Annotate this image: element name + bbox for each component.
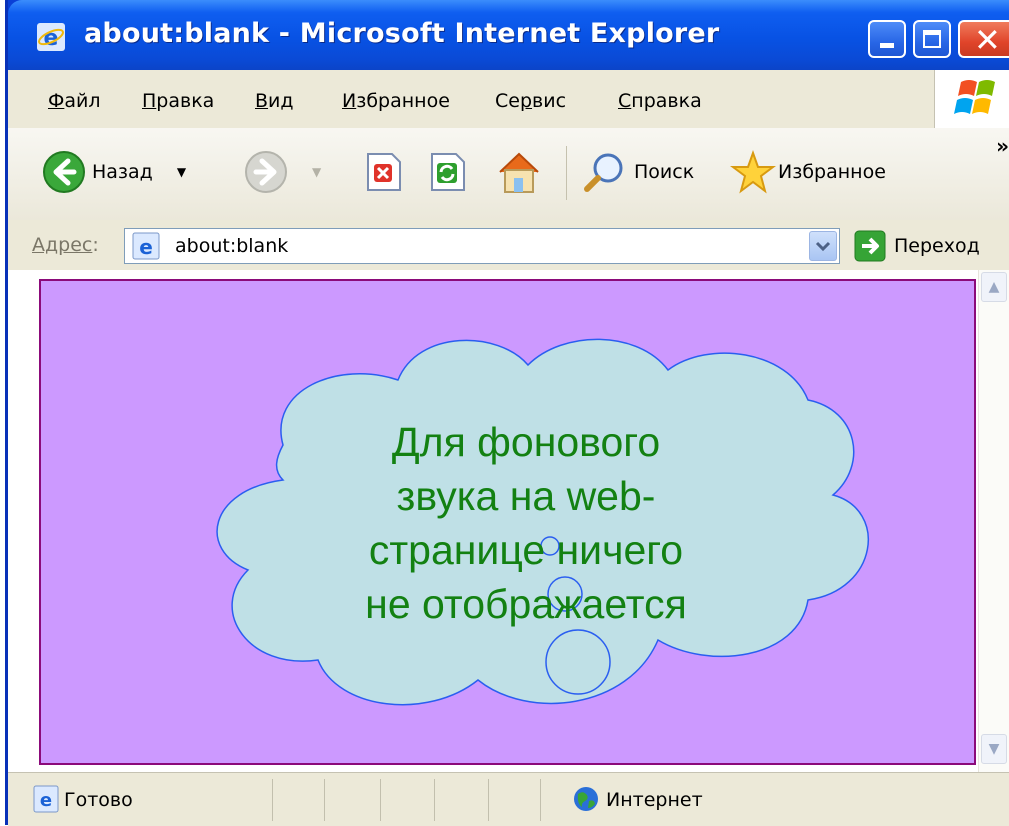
scroll-up-icon[interactable]: ▲ <box>981 272 1007 302</box>
search-icon <box>584 153 623 192</box>
address-input[interactable]: e about:blank <box>124 228 840 264</box>
callout-line: Для фонового <box>392 419 660 465</box>
go-label: Переход <box>894 235 980 257</box>
status-divider <box>488 779 489 821</box>
back-arrow-icon <box>43 151 85 193</box>
window-title: about:blank - Microsoft Internet Explore… <box>84 18 720 49</box>
back-label: Назад <box>92 161 153 183</box>
windows-logo <box>934 70 1009 128</box>
callout-line: странице ничего <box>369 527 683 573</box>
forward-button[interactable]: ▼ <box>244 150 321 194</box>
refresh-button[interactable] <box>428 150 468 194</box>
menu-tools[interactable]: Сервис <box>495 90 566 112</box>
minimize-button[interactable] <box>868 20 906 58</box>
stop-button[interactable] <box>364 150 404 194</box>
menu-edit[interactable]: Правка <box>142 90 214 112</box>
vertical-scrollbar[interactable]: ▲ ▼ <box>978 270 1009 772</box>
status-text: Готово <box>64 789 133 811</box>
forward-arrow-icon <box>245 151 287 193</box>
status-divider <box>434 779 435 821</box>
chevron-down-icon <box>815 241 831 252</box>
menu-view[interactable]: Вид <box>255 90 294 112</box>
refresh-icon <box>431 153 465 191</box>
address-label: Адрес: <box>32 234 99 256</box>
callout-line: звука на web- <box>397 473 656 519</box>
back-dropdown-icon[interactable]: ▼ <box>177 165 186 179</box>
status-bar: e Готово Интернет <box>8 772 1009 826</box>
go-arrow-icon <box>854 230 886 262</box>
address-dropdown-button[interactable] <box>809 231 837 261</box>
windows-flag-icon <box>954 80 995 114</box>
status-divider <box>324 779 325 821</box>
svg-text:e: e <box>40 790 52 811</box>
security-zone-label: Интернет <box>606 789 703 811</box>
toolbar-separator <box>566 146 567 200</box>
forward-dropdown-icon[interactable]: ▼ <box>312 165 321 179</box>
svg-text:e: e <box>139 235 153 259</box>
favorites-button[interactable]: Избранное <box>730 150 886 194</box>
stop-icon <box>367 153 401 191</box>
ie-logo-icon: e <box>37 23 65 51</box>
status-divider <box>540 779 541 821</box>
menu-file[interactable]: Файл <box>48 90 101 112</box>
globe-icon <box>574 787 598 811</box>
page-status-icon: e <box>33 785 59 813</box>
title-bar[interactable]: e about:blank - Microsoft Internet Explo… <box>8 0 1009 70</box>
status-divider <box>272 779 273 821</box>
close-button[interactable]: ✕ <box>958 20 1009 58</box>
standard-toolbar: Назад ▼ ▼ Поиск Избранное » <box>8 128 1009 221</box>
menu-bar: Файл Правка Вид Избранное Сервис Справка <box>8 70 1009 129</box>
close-icon: ✕ <box>974 21 1001 59</box>
content-area: Для фонового звука на web- странице ниче… <box>8 270 1009 772</box>
callout-line: не отображается <box>365 581 687 627</box>
maximize-button[interactable] <box>913 20 951 58</box>
search-label: Поиск <box>634 161 695 183</box>
search-button[interactable]: Поиск <box>582 150 694 194</box>
menu-favorites[interactable]: Избранное <box>342 90 450 112</box>
home-button[interactable] <box>494 150 544 194</box>
favorites-star-icon <box>730 150 776 194</box>
address-url: about:blank <box>175 235 289 257</box>
home-icon <box>499 152 539 193</box>
scroll-down-icon[interactable]: ▼ <box>981 734 1007 764</box>
address-bar: Адрес: e about:blank Переход <box>8 220 1009 271</box>
go-button[interactable]: Переход <box>854 230 980 262</box>
page-icon: e <box>132 232 160 260</box>
status-divider <box>380 779 381 821</box>
toolbar-overflow-icon[interactable]: » <box>996 134 1009 158</box>
back-button[interactable]: Назад ▼ <box>42 150 186 194</box>
favorites-label: Избранное <box>778 161 886 183</box>
thought-callout: Для фонового звука на web- странице ниче… <box>216 338 869 706</box>
menu-help[interactable]: Справка <box>618 90 702 112</box>
